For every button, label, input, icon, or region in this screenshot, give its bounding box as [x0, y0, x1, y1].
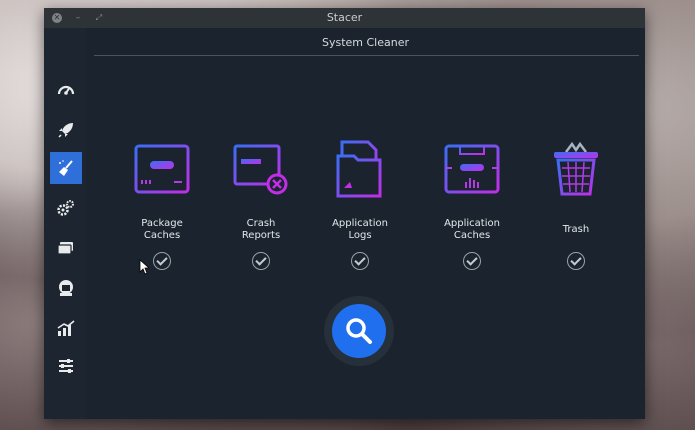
sidebar-item-uninstaller[interactable]	[50, 272, 82, 304]
maximize-button[interactable]: ⤢	[94, 13, 104, 23]
sidebar-item-services[interactable]	[50, 192, 82, 224]
checkbox-application-caches[interactable]	[463, 252, 481, 270]
broom-icon	[59, 160, 73, 176]
category-crash-reports[interactable]: Crash Reports	[216, 138, 306, 270]
category-label: Crash Reports	[241, 218, 281, 241]
chart-icon	[57, 320, 75, 336]
category-package-caches[interactable]: Package Caches	[117, 138, 207, 270]
mouse-pointer-icon	[139, 259, 149, 275]
sidebar-item-processes[interactable]	[50, 232, 82, 264]
page-title: System Cleaner	[321, 36, 410, 49]
package-caches-icon	[134, 144, 190, 194]
speedometer-icon	[57, 85, 75, 95]
category-application-logs[interactable]: Application Logs	[315, 138, 405, 270]
application-caches-icon	[444, 144, 500, 194]
trash-icon	[554, 141, 598, 196]
app-window: ✕ – ⤢ Stacer System Cleaner Package Cach…	[44, 8, 645, 419]
sidebar-item-resources[interactable]	[50, 312, 82, 344]
close-button[interactable]: ✕	[52, 13, 62, 23]
category-label: Application Caches	[444, 218, 500, 241]
window-title: Stacer	[326, 11, 363, 24]
rocket-icon	[58, 123, 73, 138]
system-cleaner-panel: System Cleaner Package Caches Crash Repo…	[86, 28, 645, 419]
category-trash[interactable]: Trash	[531, 138, 621, 270]
title-bar: ✕ – ⤢ Stacer	[44, 8, 645, 28]
application-logs-icon	[336, 140, 382, 198]
title-divider	[94, 55, 639, 56]
minimize-button[interactable]: –	[73, 13, 83, 23]
checkbox-application-logs[interactable]	[351, 252, 369, 270]
sidebar-item-settings[interactable]	[50, 350, 82, 382]
cards-icon	[57, 242, 73, 255]
gears-icon	[57, 200, 74, 216]
checkbox-trash[interactable]	[567, 252, 585, 270]
sliders-icon	[59, 359, 73, 373]
category-application-caches[interactable]: Application Caches	[427, 138, 517, 270]
category-label: Application Logs	[332, 218, 388, 241]
checkbox-crash-reports[interactable]	[252, 252, 270, 270]
scan-button[interactable]	[332, 304, 386, 358]
checkbox-package-caches[interactable]	[153, 252, 171, 270]
scan-button-ring	[324, 296, 394, 366]
category-label: Trash	[562, 224, 590, 235]
category-label: Package Caches	[141, 218, 183, 241]
package-icon	[59, 280, 73, 296]
sidebar	[44, 28, 86, 419]
sidebar-item-dashboard[interactable]	[50, 74, 82, 106]
sidebar-item-system-cleaner[interactable]	[50, 152, 82, 184]
search-icon	[346, 318, 372, 344]
sidebar-item-startup[interactable]	[50, 114, 82, 146]
crash-reports-icon	[233, 144, 288, 195]
